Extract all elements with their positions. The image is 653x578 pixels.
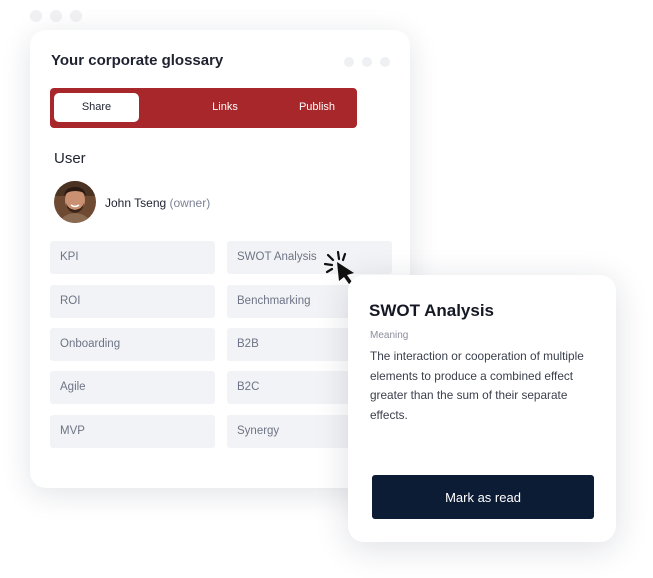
- user-name: John Tseng: [105, 196, 167, 210]
- term-agile[interactable]: Agile: [50, 371, 215, 404]
- background-window-dots: [30, 10, 82, 22]
- window-dot[interactable]: [344, 57, 354, 67]
- tab-links[interactable]: Links: [185, 93, 265, 122]
- detail-label: Meaning: [370, 330, 409, 341]
- detail-definition: The interaction or cooperation of multip…: [370, 349, 584, 422]
- background-dot: [30, 10, 42, 22]
- avatar[interactable]: [54, 181, 96, 223]
- user-role: (owner): [169, 196, 211, 210]
- term-kpi[interactable]: KPI: [50, 241, 215, 274]
- mark-as-read-button[interactable]: Mark as read: [372, 475, 594, 519]
- tab-publish[interactable]: Publish: [277, 93, 357, 122]
- term-roi[interactable]: ROI: [50, 285, 215, 318]
- term-swot-analysis[interactable]: SWOT Analysis: [227, 241, 392, 274]
- term-mvp[interactable]: MVP: [50, 415, 215, 448]
- user-section-heading: User: [54, 150, 86, 167]
- window-dot[interactable]: [362, 57, 372, 67]
- term-onboarding[interactable]: Onboarding: [50, 328, 215, 361]
- background-dot: [70, 10, 82, 22]
- tab-bar: Share Links Publish: [50, 88, 357, 128]
- detail-title: SWOT Analysis: [369, 301, 495, 320]
- window-dot[interactable]: [380, 57, 390, 67]
- term-detail-card: SWOT Analysis Meaning The interaction or…: [348, 275, 616, 542]
- window-controls: [344, 57, 390, 67]
- tab-share[interactable]: Share: [54, 93, 139, 122]
- background-dot: [50, 10, 62, 22]
- user-entry: John Tseng (owner): [105, 196, 210, 210]
- glossary-title: Your corporate glossary: [51, 52, 224, 69]
